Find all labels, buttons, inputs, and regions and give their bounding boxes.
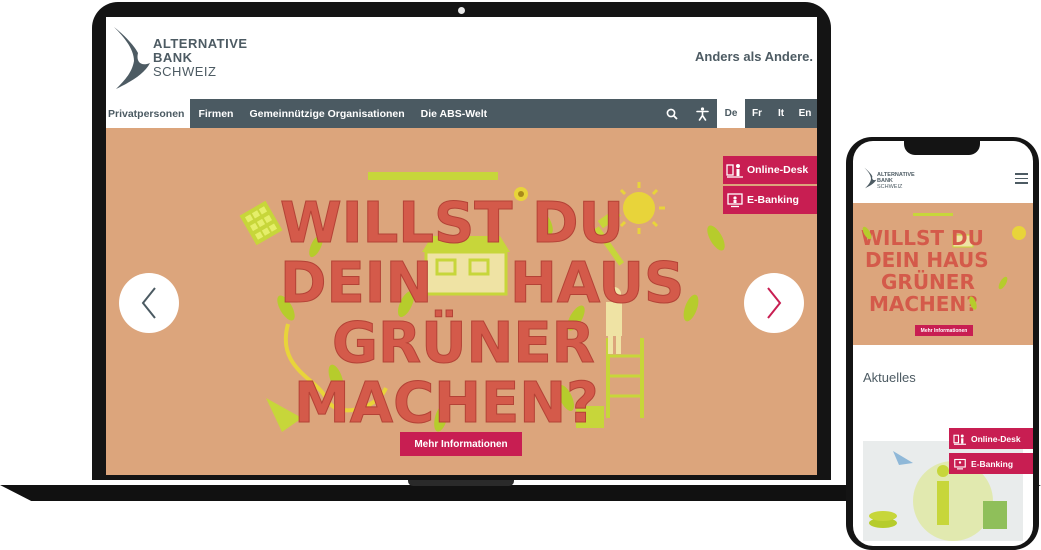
- nav-item-firmen[interactable]: Firmen: [190, 99, 241, 128]
- hero-slider: WILLST DU DEIN HAUS GRÜNER MACHEN? Onlin…: [106, 128, 817, 475]
- nav-item-gemeinnuetzige[interactable]: Gemeinnützige Organisationen: [241, 99, 412, 128]
- phone-hero: WILLST DU DEIN HAUS GRÜNER MACHEN? Mehr …: [853, 203, 1033, 345]
- swift-logo-icon[interactable]: [110, 23, 152, 93]
- ebanking-button[interactable]: E-Banking: [723, 186, 817, 214]
- slider-next-button[interactable]: [744, 273, 804, 333]
- nav-item-privatpersonen[interactable]: Privatpersonen: [106, 99, 191, 128]
- ebanking-icon: [723, 192, 747, 208]
- chevron-left-icon: [141, 287, 156, 319]
- headline-line-3: GRÜNER: [332, 311, 595, 376]
- chevron-right-icon: [767, 287, 782, 319]
- phone-notch: [904, 138, 980, 155]
- phone-screen: ALTERNATIVE BANK SCHWEIZ WILLST DU DEIN …: [853, 141, 1033, 546]
- hero-illustration: WILLST DU DEIN HAUS GRÜNER MACHEN?: [239, 172, 725, 437]
- phone-brand-line-3: SCHWEIZ: [877, 184, 903, 190]
- phone-swift-logo-icon[interactable]: [863, 165, 877, 191]
- phone-ebanking-icon: [949, 458, 971, 470]
- phone-online-desk-icon: [949, 433, 971, 445]
- hamburger-menu-icon[interactable]: [1015, 173, 1028, 187]
- headline-line-4: MACHEN?: [294, 371, 599, 436]
- accessibility-icon[interactable]: [687, 99, 717, 128]
- online-desk-icon: [723, 162, 747, 178]
- laptop-notch: [408, 480, 514, 486]
- laptop-camera: [458, 7, 465, 14]
- phone-online-desk-button[interactable]: Online-Desk: [949, 428, 1033, 449]
- site-header: ALTERNATIVE BANK SCHWEIZ Anders als Ande…: [106, 17, 817, 99]
- phone-headline-line-4: MACHEN?: [869, 292, 978, 316]
- more-info-button[interactable]: Mehr Informationen: [400, 432, 522, 456]
- phone-headline-line-3: GRÜNER: [881, 270, 975, 294]
- calculator-icon: [239, 200, 283, 246]
- spirit-level-shape: [368, 172, 498, 180]
- headline-line-2a: DEIN: [280, 251, 432, 316]
- brand-wordmark[interactable]: ALTERNATIVE BANK SCHWEIZ: [153, 37, 248, 79]
- phone-online-desk-label: Online-Desk: [971, 433, 1021, 444]
- search-icon[interactable]: [657, 99, 687, 128]
- hero-headline: WILLST DU DEIN HAUS GRÜNER MACHEN?: [280, 191, 685, 437]
- brand-line-1: ALTERNATIVE: [153, 36, 248, 51]
- phone-hero-illustration: WILLST DU DEIN HAUS GRÜNER MACHEN?: [861, 213, 1026, 316]
- lang-de[interactable]: De: [717, 99, 745, 128]
- main-nav: Privatpersonen Firmen Gemeinnützige Orga…: [106, 99, 817, 128]
- slider-prev-button[interactable]: [119, 273, 179, 333]
- phone-ebanking-button[interactable]: E-Banking: [949, 453, 1033, 474]
- phone-ebanking-label: E-Banking: [971, 458, 1014, 469]
- headline-line-2b: HAUS: [510, 251, 684, 316]
- lang-it[interactable]: It: [769, 99, 793, 128]
- lang-fr[interactable]: Fr: [745, 99, 769, 128]
- headline-line-1: WILLST DU: [280, 191, 624, 256]
- brand-line-3: SCHWEIZ: [153, 64, 217, 79]
- news-heading: Aktuelles: [863, 370, 916, 385]
- laptop-screen: ALTERNATIVE BANK SCHWEIZ Anders als Ande…: [106, 17, 817, 475]
- ebanking-label: E-Banking: [747, 194, 799, 206]
- phone-headline-line-2: DEIN HAUS: [865, 248, 989, 272]
- phone-more-info-button[interactable]: Mehr Informationen: [915, 325, 973, 336]
- slogan: Anders als Andere.: [694, 49, 813, 64]
- online-desk-label: Online-Desk: [747, 164, 809, 176]
- phone-headline-line-1: WILLST DU: [861, 226, 984, 250]
- online-desk-button[interactable]: Online-Desk: [723, 156, 817, 184]
- lang-en[interactable]: En: [793, 99, 817, 128]
- phone-brand-wordmark[interactable]: ALTERNATIVE BANK SCHWEIZ: [877, 172, 915, 190]
- brand-line-2: BANK: [153, 50, 193, 65]
- nav-item-abs-welt[interactable]: Die ABS-Welt: [413, 99, 496, 128]
